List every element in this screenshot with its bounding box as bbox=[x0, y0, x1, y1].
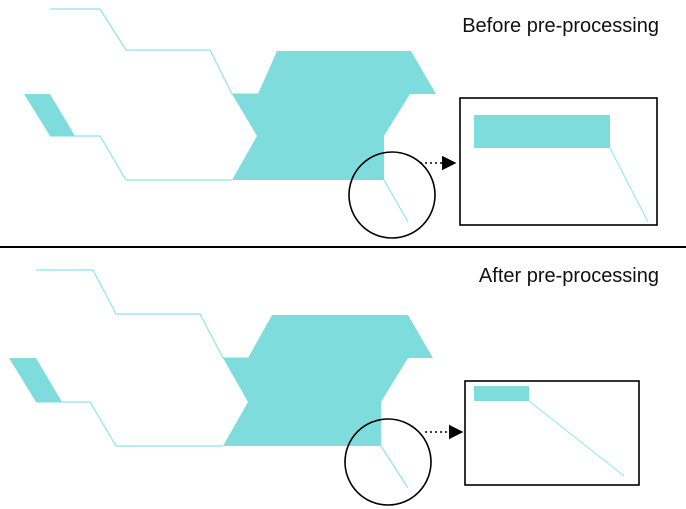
after-inset-fill bbox=[474, 386, 529, 401]
before-panel bbox=[24, 8, 658, 239]
after-exit-line bbox=[380, 445, 409, 489]
before-lower-track-line bbox=[50, 135, 232, 181]
after-zoom-circle bbox=[344, 418, 432, 506]
before-main-shape bbox=[232, 51, 436, 180]
after-panel-title: After pre-processing bbox=[478, 265, 659, 287]
after-small-parallelogram bbox=[9, 358, 62, 402]
before-inset-fill bbox=[474, 115, 610, 148]
after-main-shape bbox=[223, 315, 433, 446]
before-panel-title: Before pre-processing bbox=[462, 15, 659, 37]
after-lower-track-line bbox=[36, 401, 223, 447]
after-panel bbox=[9, 269, 640, 506]
after-upper-track-line bbox=[36, 269, 248, 359]
before-upper-track-line bbox=[50, 8, 258, 95]
before-small-parallelogram bbox=[24, 94, 75, 136]
diagram-canvas bbox=[0, 8, 686, 506]
before-exit-line bbox=[383, 179, 409, 223]
